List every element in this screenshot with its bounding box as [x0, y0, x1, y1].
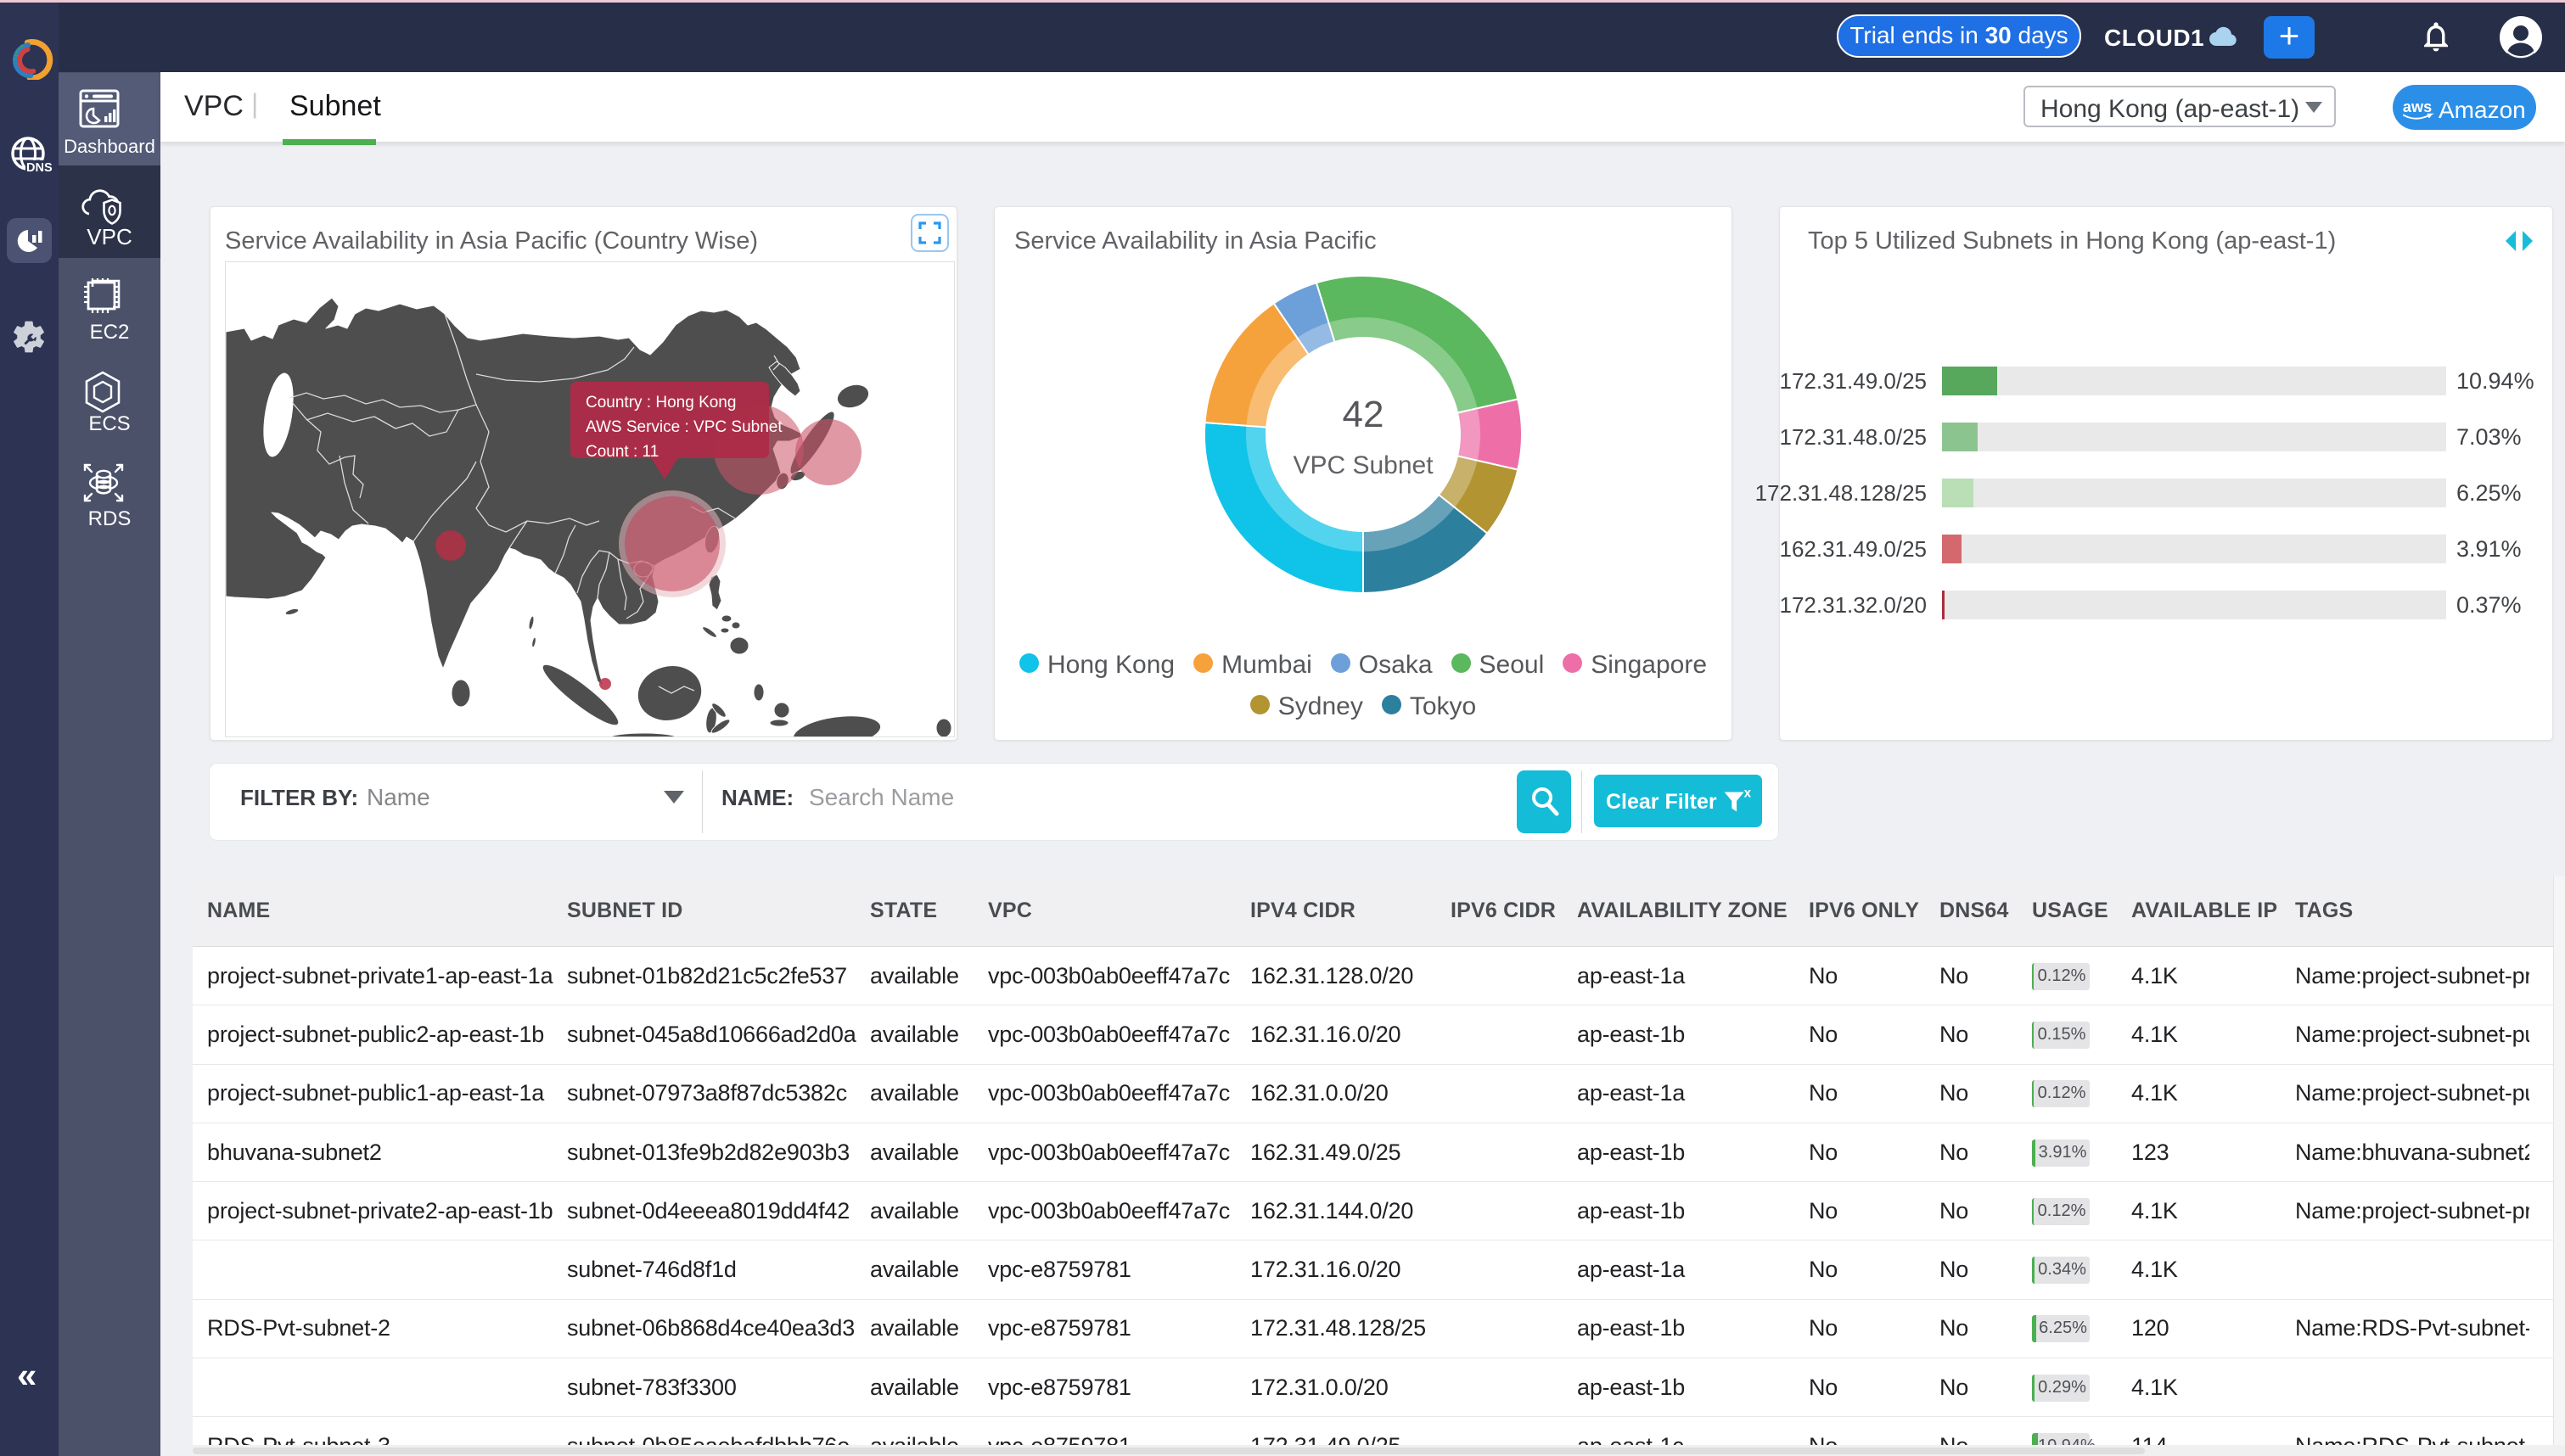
- svg-text:42: 42: [1343, 394, 1384, 435]
- svg-text:aws: aws: [2403, 98, 2432, 115]
- svg-text:VPC Subnet: VPC Subnet: [1293, 451, 1434, 479]
- svg-text:Country : Hong Kong: Country : Hong Kong: [586, 394, 736, 412]
- svg-text:DNS: DNS: [26, 161, 53, 175]
- svg-text:AWS Service : VPC Subnet: AWS Service : VPC Subnet: [586, 418, 783, 436]
- svg-text:Count : 11: Count : 11: [586, 443, 659, 461]
- svg-text:x: x: [1744, 786, 1752, 800]
